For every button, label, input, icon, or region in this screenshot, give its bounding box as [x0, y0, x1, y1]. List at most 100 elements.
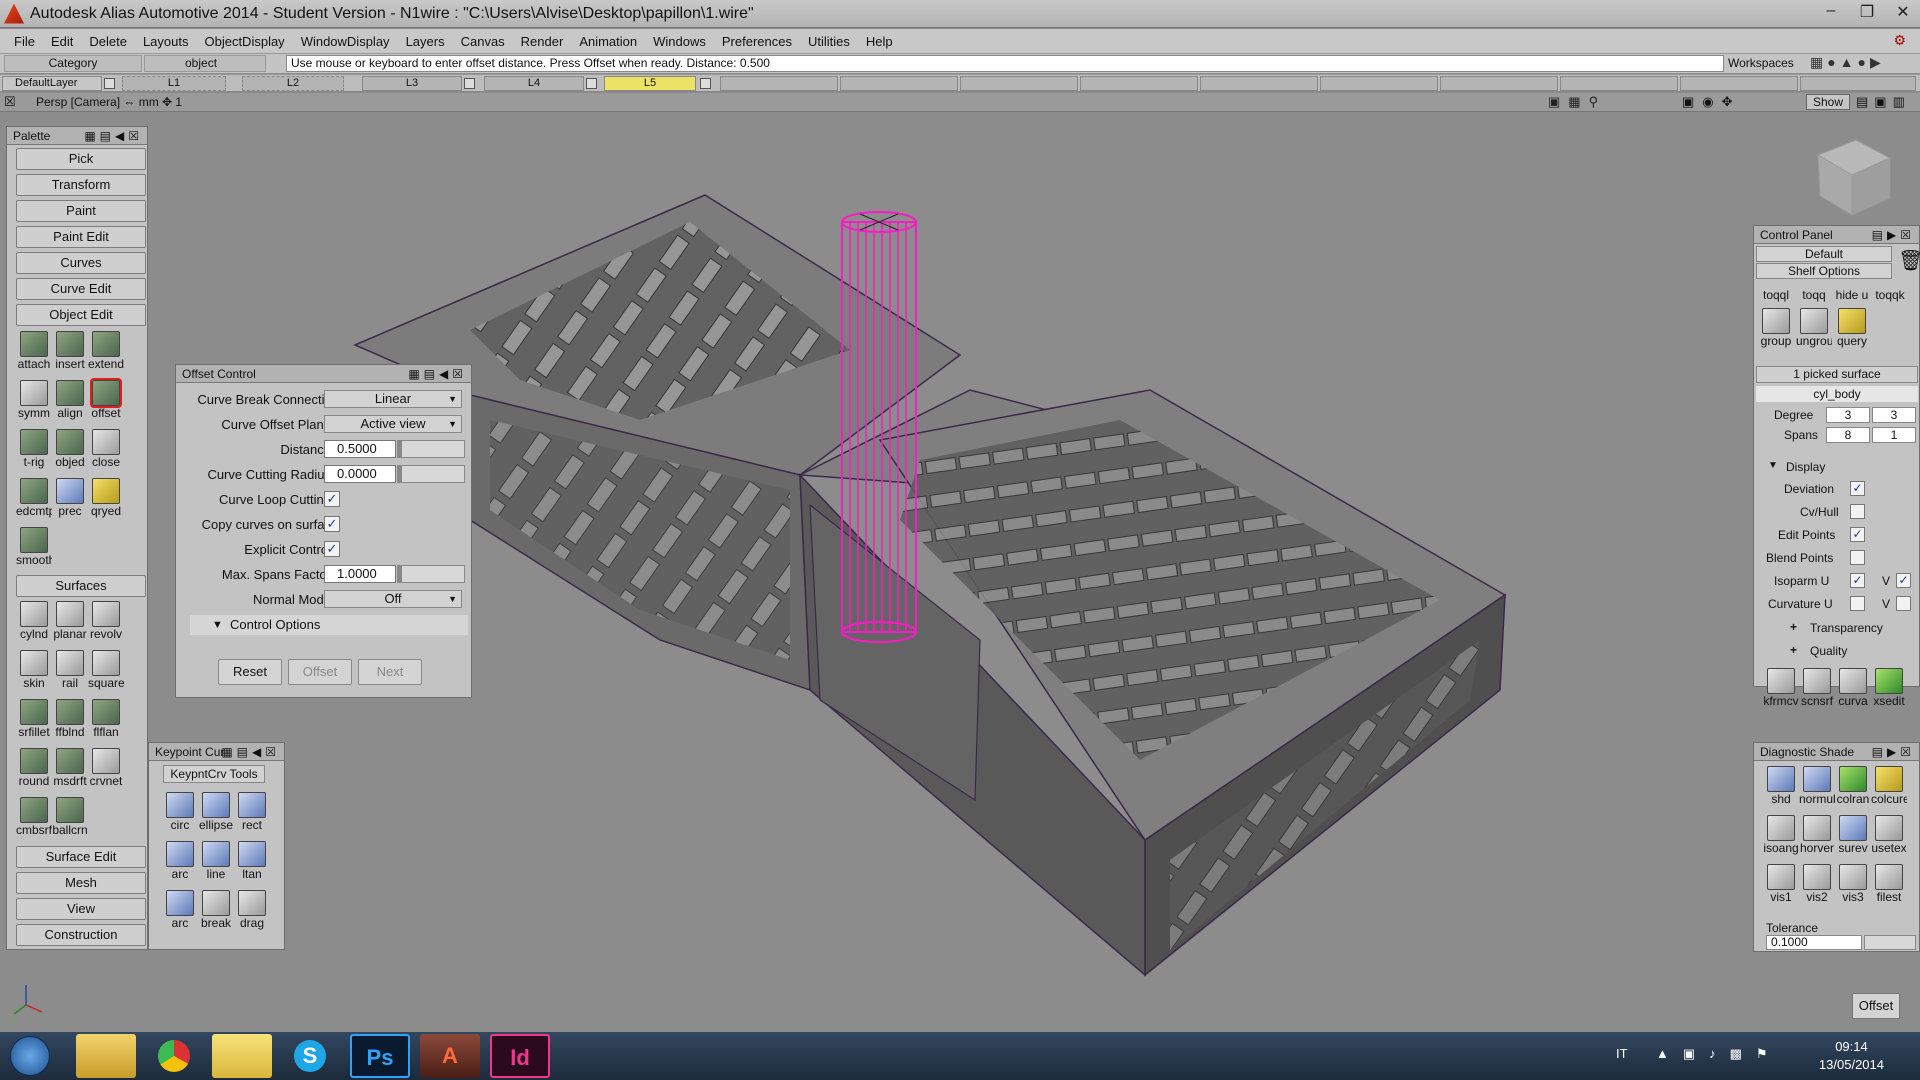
layer-l2[interactable]: L2	[242, 76, 344, 91]
layer-default-toggle[interactable]	[104, 78, 115, 89]
pick-button[interactable]: Pick	[16, 148, 146, 170]
palette-header-icons[interactable]: ▦▤◀☒	[84, 127, 143, 145]
copy-curves-checkbox[interactable]: ✓	[324, 516, 340, 532]
shd-tool[interactable]: shd	[1763, 766, 1799, 806]
layer-empty[interactable]	[1800, 76, 1916, 91]
isoparm-u-checkbox[interactable]: ✓	[1850, 573, 1865, 588]
align-tool[interactable]: align	[52, 380, 88, 420]
curvature-v-checkbox[interactable]	[1896, 596, 1911, 611]
next-button[interactable]: Next	[358, 659, 422, 685]
prompt-line[interactable]: Use mouse or keyboard to enter offset di…	[286, 55, 1724, 72]
quality-section[interactable]: + Quality	[1754, 642, 1919, 660]
layer-empty[interactable]	[1320, 76, 1438, 91]
notes-icon[interactable]	[212, 1034, 272, 1078]
preset-dropdown[interactable]: Default	[1756, 246, 1892, 262]
indesign-icon[interactable]: Id	[490, 1034, 550, 1078]
shelf-options-dropdown[interactable]: Shelf Options	[1756, 263, 1892, 279]
close-tool[interactable]: close	[88, 429, 124, 469]
normal-mode-dropdown[interactable]: Off	[324, 590, 462, 608]
object-field[interactable]: object	[144, 55, 266, 72]
isoparm-v-checkbox[interactable]: ✓	[1896, 573, 1911, 588]
ffblnd-tool[interactable]: ffblnd	[52, 699, 88, 739]
category-field[interactable]: Category	[4, 55, 142, 72]
degree-u-input[interactable]: 3	[1826, 407, 1870, 423]
layer-l3[interactable]: L3	[362, 76, 462, 91]
edit-points-checkbox[interactable]: ✓	[1850, 527, 1865, 542]
menu-edit[interactable]: Edit	[43, 34, 81, 49]
keypoint-header-icons[interactable]: ▦▤◀☒	[221, 743, 280, 761]
menu-preferences[interactable]: Preferences	[714, 34, 800, 49]
transform-button[interactable]: Transform	[16, 174, 146, 196]
layer-empty[interactable]	[1200, 76, 1318, 91]
filest-tool[interactable]: filest	[1871, 864, 1907, 904]
normul-tool[interactable]: normul	[1799, 766, 1835, 806]
curva-tool[interactable]: curva	[1835, 668, 1871, 708]
trash-icon[interactable]: 🗑	[1898, 248, 1920, 273]
menu-render[interactable]: Render	[513, 34, 572, 49]
circ-tool[interactable]: circ	[162, 792, 198, 832]
layer-l5[interactable]: L5	[604, 76, 696, 91]
reset-button[interactable]: Reset	[218, 659, 282, 685]
loop-cutting-checkbox[interactable]: ✓	[324, 491, 340, 507]
layer-l5-toggle[interactable]	[700, 78, 711, 89]
insert-tool[interactable]: insert	[52, 331, 88, 371]
offset-go-button[interactable]: Offset	[1852, 993, 1900, 1019]
paint-edit-button[interactable]: Paint Edit	[16, 226, 146, 248]
extend-tool[interactable]: extend	[88, 331, 124, 371]
xsedit-tool[interactable]: xsedit	[1871, 668, 1907, 708]
tray-icons[interactable]: ▲▣♪▩⚑	[1656, 1046, 1782, 1062]
layer-empty[interactable]	[1680, 76, 1798, 91]
prec-tool[interactable]: prec	[52, 478, 88, 518]
ungroup-tool[interactable]: ungroup	[1796, 308, 1832, 348]
offset-plane-dropdown[interactable]: Active view	[324, 415, 462, 433]
layer-default[interactable]: DefaultLayer	[2, 76, 102, 91]
t-rig-tool[interactable]: t-rig	[16, 429, 52, 469]
shelf-tool-toqqk[interactable]: toqqk	[1872, 288, 1908, 302]
crvnet-tool[interactable]: crvnet	[88, 748, 124, 788]
query-tool[interactable]: query	[1834, 308, 1870, 348]
ellipse-tool[interactable]: ellipse	[198, 792, 234, 832]
layer-empty[interactable]	[1560, 76, 1678, 91]
diagnostic-header-icons[interactable]: ▤▶☒	[1872, 743, 1915, 761]
offset-header-icons[interactable]: ▦▤◀☒	[408, 365, 467, 383]
object-edit-button[interactable]: Object Edit	[16, 304, 146, 326]
cmbsrf-tool[interactable]: cmbsrf	[16, 797, 52, 837]
user-icon[interactable]: ⚙	[1885, 32, 1914, 49]
layer-empty[interactable]	[840, 76, 958, 91]
menu-layouts[interactable]: Layouts	[135, 34, 197, 49]
edcmtpt-tool[interactable]: edcmtpt	[16, 478, 52, 518]
flflan-tool[interactable]: flflan	[88, 699, 124, 739]
menu-canvas[interactable]: Canvas	[453, 34, 513, 49]
restore-button[interactable]: ❐	[1856, 2, 1878, 22]
layer-empty[interactable]	[1440, 76, 1558, 91]
clock[interactable]: 09:14 13/05/2014	[1819, 1038, 1884, 1074]
surface-edit-button[interactable]: Surface Edit	[16, 846, 146, 868]
chrome-icon[interactable]	[144, 1034, 204, 1078]
shelf-tool-hide[interactable]: hide u	[1834, 288, 1870, 302]
object-name[interactable]: cyl_body	[1756, 386, 1918, 402]
colcurev-tool[interactable]: colcurev	[1871, 766, 1907, 806]
max-spans-input[interactable]: 1.0000	[324, 565, 396, 583]
distance-input[interactable]: 0.5000	[324, 440, 396, 458]
menu-animation[interactable]: Animation	[571, 34, 645, 49]
alias-taskbar-icon[interactable]: A	[420, 1034, 480, 1078]
rect-tool[interactable]: rect	[234, 792, 270, 832]
spans-v-input[interactable]: 1	[1872, 427, 1916, 443]
menu-utilities[interactable]: Utilities	[800, 34, 858, 49]
square-tool[interactable]: square	[88, 650, 124, 690]
transparency-section[interactable]: + Transparency	[1754, 619, 1919, 637]
minimize-button[interactable]: –	[1820, 2, 1842, 22]
curvature-u-checkbox[interactable]	[1850, 596, 1865, 611]
group-tool[interactable]: group	[1758, 308, 1794, 348]
degree-v-input[interactable]: 3	[1872, 407, 1916, 423]
rail-tool[interactable]: rail	[52, 650, 88, 690]
ballcrn-tool[interactable]: ballcrn	[52, 797, 88, 837]
workspace-icons[interactable]: ▦●▲●▶	[1810, 54, 1885, 71]
kfrmcv-tool[interactable]: kfrmcv	[1763, 668, 1799, 708]
tolerance-slider[interactable]	[1864, 935, 1916, 950]
workspaces-label[interactable]: Workspaces	[1728, 56, 1794, 70]
round-tool[interactable]: round	[16, 748, 52, 788]
shelf-tool-toqq[interactable]: toqq	[1796, 288, 1832, 302]
cylnd-tool[interactable]: cylnd	[16, 601, 52, 641]
tolerance-input[interactable]: 0.1000	[1766, 935, 1862, 950]
